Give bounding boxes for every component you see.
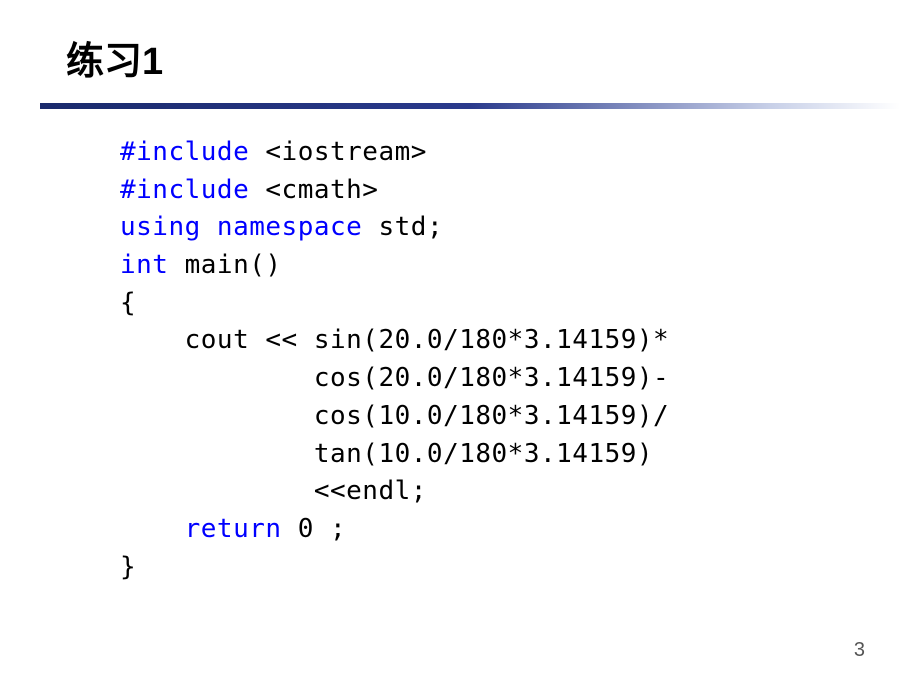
code-keyword-using: using	[120, 212, 201, 242]
slide-title: 练习1	[66, 30, 860, 85]
page-number: 3	[854, 639, 865, 662]
code-line: cos(20.0/180*3.14159)-	[120, 363, 669, 393]
code-keyword-include: #include	[120, 137, 249, 167]
code-indent	[120, 514, 185, 544]
code-text: <iostream>	[249, 137, 427, 167]
code-text: 0 ;	[282, 514, 347, 544]
code-text: main()	[168, 250, 281, 280]
code-line: tan(10.0/180*3.14159)	[120, 439, 653, 469]
code-keyword-return: return	[185, 514, 282, 544]
code-keyword-namespace: namespace	[201, 212, 363, 242]
title-divider	[40, 103, 900, 109]
code-brace: {	[120, 288, 136, 318]
code-text: <cmath>	[249, 175, 378, 205]
code-keyword-int: int	[120, 250, 168, 280]
code-block: #include <iostream> #include <cmath> usi…	[120, 134, 860, 586]
code-brace: }	[120, 552, 136, 582]
slide-container: 练习1 #include <iostream> #include <cmath>…	[0, 0, 920, 690]
code-keyword-include: #include	[120, 175, 249, 205]
code-text: std;	[362, 212, 443, 242]
code-line: cout << sin(20.0/180*3.14159)*	[120, 325, 669, 355]
code-line: <<endl;	[120, 476, 427, 506]
code-line: cos(10.0/180*3.14159)/	[120, 401, 669, 431]
